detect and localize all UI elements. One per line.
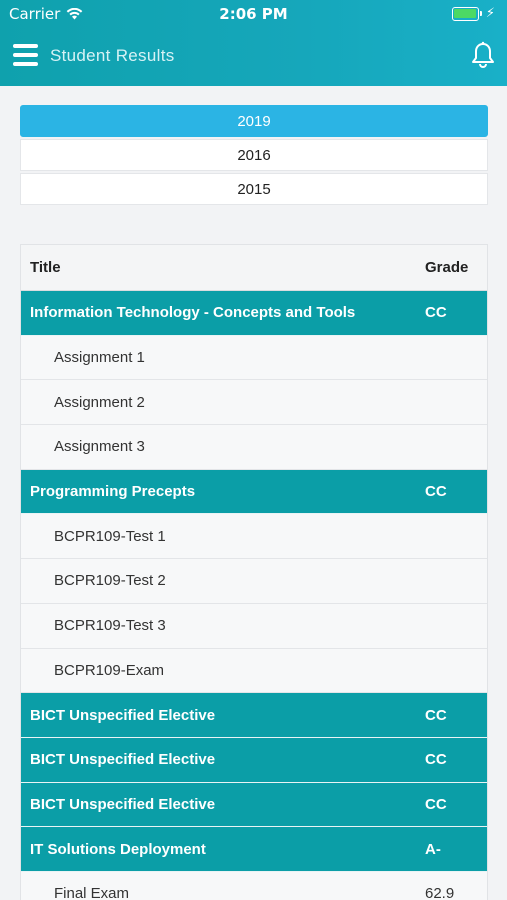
results-table: Title Grade Information Technology - Con… — [20, 244, 488, 900]
assessment-row[interactable]: Assignment 1 — [21, 335, 487, 381]
grade-value: A- — [425, 840, 441, 858]
grade-value: CC — [425, 795, 447, 813]
assessment-row[interactable]: Final Exam 62.9 — [21, 871, 487, 900]
column-header-grade: Grade — [425, 259, 469, 276]
course-row[interactable]: IT Solutions Deployment A- — [21, 827, 487, 872]
page-title: Student Results — [50, 46, 175, 65]
assessment-row[interactable]: BCPR109-Exam — [21, 648, 487, 694]
grade-value: CC — [425, 304, 447, 322]
table-header: Title Grade — [21, 245, 487, 291]
assessment-title: Final Exam — [54, 885, 130, 900]
assessment-title: Assignment 3 — [54, 438, 145, 456]
assessment-title: BCPR109-Test 2 — [54, 572, 166, 590]
course-title: Information Technology - Concepts and To… — [30, 304, 356, 322]
course-title: Programming Precepts — [30, 483, 196, 501]
battery-icon: ⚡ — [451, 6, 495, 21]
grade-value: 62.9 — [425, 885, 455, 900]
charging-icon: ⚡ — [485, 6, 495, 21]
course-row[interactable]: BICT Unspecified Elective CC — [21, 737, 487, 783]
assessment-title: BCPR109-Test 3 — [54, 617, 166, 635]
grade-value: CC — [425, 483, 447, 501]
course-row[interactable]: Programming Precepts CC — [21, 469, 487, 515]
grade-value: CC — [425, 751, 447, 769]
app-bar: Student Results — [0, 28, 507, 86]
hamburger-menu-icon[interactable] — [13, 44, 38, 66]
assessment-row[interactable]: Assignment 3 — [21, 425, 487, 470]
year-selector: 2019 2016 2015 — [20, 105, 488, 207]
course-title: BICT Unspecified Elective — [30, 795, 216, 813]
course-title: IT Solutions Deployment — [30, 840, 206, 858]
assessment-title: Assignment 1 — [54, 349, 145, 367]
status-time: 2:06 PM — [219, 5, 288, 23]
course-title: BICT Unspecified Elective — [30, 751, 216, 769]
status-bar: Carrier 2:06 PM ⚡ — [0, 0, 507, 28]
course-title: BICT Unspecified Elective — [30, 706, 216, 724]
grade-value: CC — [425, 706, 447, 724]
year-option-2019[interactable]: 2019 — [20, 105, 488, 137]
column-header-title: Title — [30, 259, 61, 276]
year-option-2015[interactable]: 2015 — [20, 173, 488, 205]
assessment-row[interactable]: Assignment 2 — [21, 380, 487, 426]
assessment-row[interactable]: BCPR109-Test 2 — [21, 559, 487, 604]
assessment-title: BCPR109-Exam — [54, 661, 165, 679]
year-option-2016[interactable]: 2016 — [20, 139, 488, 171]
assessment-title: BCPR109-Test 1 — [54, 527, 166, 545]
course-row[interactable]: BICT Unspecified Elective CC — [21, 693, 487, 738]
assessment-row[interactable]: BCPR109-Test 1 — [21, 514, 487, 560]
assessment-row[interactable]: BCPR109-Test 3 — [21, 603, 487, 649]
course-row[interactable]: Information Technology - Concepts and To… — [21, 291, 487, 336]
course-row[interactable]: BICT Unspecified Elective CC — [21, 782, 487, 828]
bell-icon[interactable] — [470, 41, 496, 69]
assessment-title: Assignment 2 — [54, 393, 145, 411]
